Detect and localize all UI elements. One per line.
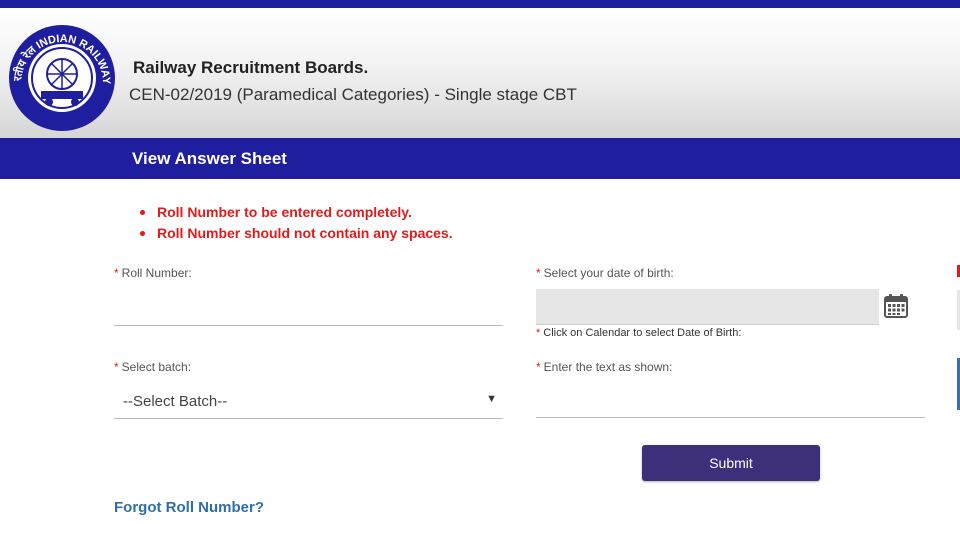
indian-railways-logo: भारतीय रेल INDIAN RAILWAYS: [7, 23, 115, 131]
required-mark: *: [114, 266, 119, 280]
dob-hint: * Click on Calendar to select Date of Bir…: [536, 327, 742, 339]
page-header: भारतीय रेल INDIAN RAILWAYS Railway Recru…: [0, 8, 960, 138]
instruction-list: Roll Number to be entered completely. Ro…: [140, 202, 453, 244]
roll-number-label: * Roll Number:: [114, 266, 192, 280]
batch-select[interactable]: --Select Batch-- ▼: [114, 387, 503, 419]
calendar-icon[interactable]: [884, 294, 908, 318]
top-stripe: [0, 0, 960, 8]
exam-name: CEN-02/2019 (Paramedical Categories) - S…: [129, 85, 577, 104]
captcha-label: * Enter the text as shown:: [536, 360, 673, 374]
instruction-item: Roll Number should not contain any space…: [140, 223, 453, 244]
required-mark: *: [536, 360, 541, 374]
dob-input[interactable]: [536, 289, 879, 325]
roll-number-input[interactable]: [114, 290, 503, 326]
page-title: View Answer Sheet: [132, 149, 287, 168]
chevron-down-icon: ▼: [486, 393, 497, 405]
instruction-item: Roll Number to be entered completely.: [140, 202, 453, 223]
batch-label: * Select batch:: [114, 360, 192, 374]
dob-label: * Select your date of birth:: [536, 266, 674, 280]
title-bar: View Answer Sheet: [0, 138, 960, 179]
forgot-roll-number-link[interactable]: Forgot Roll Number?: [114, 499, 264, 516]
captcha-input[interactable]: [536, 382, 925, 418]
required-mark: *: [114, 360, 119, 374]
org-name: Railway Recruitment Boards.: [133, 58, 369, 77]
batch-select-value: --Select Batch--: [123, 393, 228, 410]
submit-button[interactable]: Submit: [642, 445, 820, 481]
required-mark: *: [536, 327, 541, 339]
required-mark: *: [536, 266, 541, 280]
